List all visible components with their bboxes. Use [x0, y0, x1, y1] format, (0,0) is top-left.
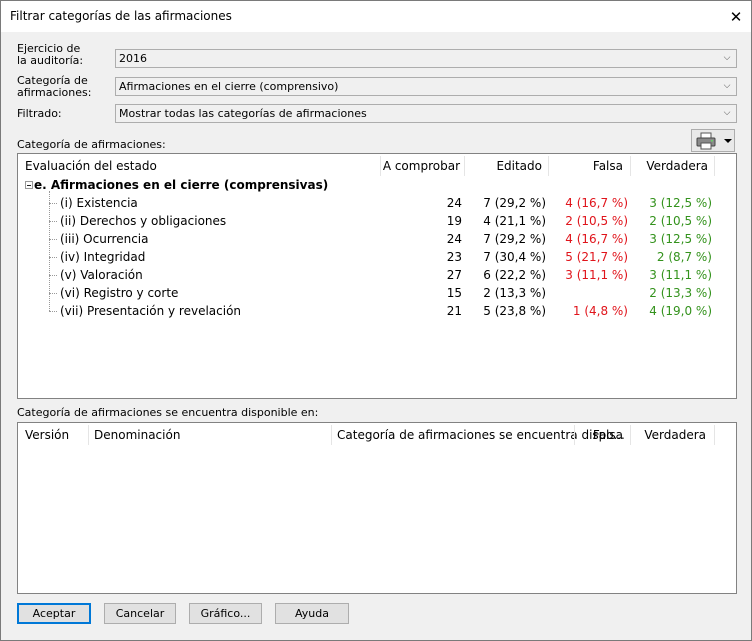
upper-section-label: Categoría de afirmaciones: [17, 138, 166, 151]
row-to-check: 27 [446, 268, 462, 282]
row-false: 5 (21,7 %) [565, 250, 628, 264]
availability-table[interactable]: Versión Denominación Categoría de afirma… [17, 422, 737, 594]
row-to-check: 15 [446, 286, 462, 300]
group-label: e. Afirmaciones en el cierre (comprensiv… [34, 178, 329, 192]
chevron-down-icon [720, 78, 734, 95]
accept-button[interactable]: Aceptar [17, 603, 91, 624]
ejercicio-label: Ejercicio de la auditoría: [17, 43, 83, 67]
col-header-false[interactable]: Falsa [578, 428, 623, 442]
help-button[interactable]: Ayuda [275, 603, 349, 624]
row-name: (vi) Registro y corte [60, 286, 179, 300]
row-edited: 6 (22,2 %) [483, 268, 546, 282]
row-false: 3 (11,1 %) [565, 268, 628, 282]
cancel-button[interactable]: Cancelar [104, 603, 176, 624]
row-true: 3 (12,5 %) [649, 232, 712, 246]
ejercicio-select[interactable]: 2016 [115, 49, 737, 68]
chevron-down-icon [720, 50, 734, 67]
row-true: 4 (19,0 %) [649, 304, 712, 318]
categoria-label: Categoría de afirmaciones: [17, 75, 91, 99]
row-true: 3 (11,1 %) [649, 268, 712, 282]
categoria-select[interactable]: Afirmaciones en el cierre (comprensivo) [115, 77, 737, 96]
col-divider [331, 425, 332, 445]
col-divider [380, 156, 381, 176]
tree-connector [49, 239, 57, 240]
row-false: 2 (10,5 %) [565, 214, 628, 228]
col-divider [630, 425, 631, 445]
row-edited: 5 (23,8 %) [483, 304, 546, 318]
col-header-true[interactable]: Verdadera [633, 428, 706, 442]
lower-section-label: Categoría de afirmaciones se encuentra d… [17, 406, 319, 419]
tree-connector [49, 311, 57, 312]
row-to-check: 24 [446, 196, 462, 210]
row-name: (v) Valoración [60, 268, 143, 282]
row-true: 2 (8,7 %) [656, 250, 712, 264]
col-header-denomination[interactable]: Denominación [94, 428, 180, 442]
col-header-true[interactable]: Verdadera [630, 159, 708, 173]
row-true: 3 (12,5 %) [649, 196, 712, 210]
group-row[interactable]: e. Afirmaciones en el cierre (comprensiv… [18, 177, 736, 195]
ejercicio-select-value: 2016 [119, 52, 147, 65]
table-row[interactable]: (iv) Integridad 23 7 (30,4 %) 5 (21,7 %)… [18, 249, 736, 267]
print-menu-button[interactable] [691, 129, 735, 152]
dialog-window: Filtrar categorías de las afirmaciones ✕… [0, 0, 752, 641]
row-true: 2 (13,3 %) [649, 286, 712, 300]
row-name: (i) Existencia [60, 196, 138, 210]
collapse-toggle-icon[interactable] [25, 181, 33, 189]
chevron-down-icon [720, 105, 734, 122]
row-to-check: 23 [446, 250, 462, 264]
row-name: (ii) Derechos y obligaciones [60, 214, 227, 228]
row-false: 4 (16,7 %) [565, 232, 628, 246]
title-bar: Filtrar categorías de las afirmaciones ✕ [1, 1, 751, 32]
table-row[interactable]: (i) Existencia 24 7 (29,2 %) 4 (16,7 %) … [18, 195, 736, 213]
row-to-check: 24 [446, 232, 462, 246]
filtrado-select-value: Mostrar todas las categorías de afirmaci… [119, 107, 367, 120]
col-header-version[interactable]: Versión [25, 428, 69, 442]
col-header-name[interactable]: Evaluación del estado [25, 159, 157, 173]
row-edited: 2 (13,3 %) [483, 286, 546, 300]
row-to-check: 19 [446, 214, 462, 228]
row-false: 4 (16,7 %) [565, 196, 628, 210]
row-edited: 4 (21,1 %) [483, 214, 546, 228]
row-name: (iv) Integridad [60, 250, 146, 264]
tree-connector [49, 221, 57, 222]
col-divider [574, 425, 575, 445]
col-header-to-check[interactable]: A comprobar [378, 159, 460, 173]
row-edited: 7 (29,2 %) [483, 196, 546, 210]
tree-connector [49, 203, 57, 204]
col-header-edited[interactable]: Editado [468, 159, 542, 173]
close-icon[interactable]: ✕ [721, 1, 751, 32]
chart-button[interactable]: Gráfico... [189, 603, 262, 624]
col-divider [630, 156, 631, 176]
categoria-label-line2: afirmaciones: [17, 86, 92, 99]
col-divider [548, 156, 549, 176]
filtrado-select[interactable]: Mostrar todas las categorías de afirmaci… [115, 104, 737, 123]
dropdown-arrow-icon [724, 138, 732, 143]
row-edited: 7 (29,2 %) [483, 232, 546, 246]
col-divider [714, 156, 715, 176]
col-divider [714, 425, 715, 445]
table-row[interactable]: (ii) Derechos y obligaciones 19 4 (21,1 … [18, 213, 736, 231]
col-header-false[interactable]: Falsa [548, 159, 623, 173]
table-row[interactable]: (iii) Ocurrencia 24 7 (29,2 %) 4 (16,7 %… [18, 231, 736, 249]
tree-connector [49, 275, 57, 276]
tree-connector [49, 257, 57, 258]
row-edited: 7 (30,4 %) [483, 250, 546, 264]
col-divider [88, 425, 89, 445]
tree-connector [49, 293, 57, 294]
row-true: 2 (10,5 %) [649, 214, 712, 228]
row-name: (iii) Ocurrencia [60, 232, 149, 246]
row-to-check: 21 [446, 304, 462, 318]
filtrado-label: Filtrado: [17, 107, 62, 120]
dialog-title: Filtrar categorías de las afirmaciones [10, 9, 232, 23]
row-name: (vii) Presentación y revelación [60, 304, 242, 318]
categoria-select-value: Afirmaciones en el cierre (comprensivo) [119, 80, 339, 93]
row-false: 1 (4,8 %) [572, 304, 628, 318]
table-row[interactable]: (v) Valoración 27 6 (22,2 %) 3 (11,1 %) … [18, 267, 736, 285]
col-divider [464, 156, 465, 176]
table-row[interactable]: (vi) Registro y corte 15 2 (13,3 %) 2 (1… [18, 285, 736, 303]
ejercicio-label-line2: la auditoría: [17, 54, 84, 67]
printer-icon [696, 132, 716, 149]
table-row[interactable]: (vii) Presentación y revelación 21 5 (23… [18, 303, 736, 321]
assertions-table[interactable]: Evaluación del estado A comprobar Editad… [17, 153, 737, 399]
